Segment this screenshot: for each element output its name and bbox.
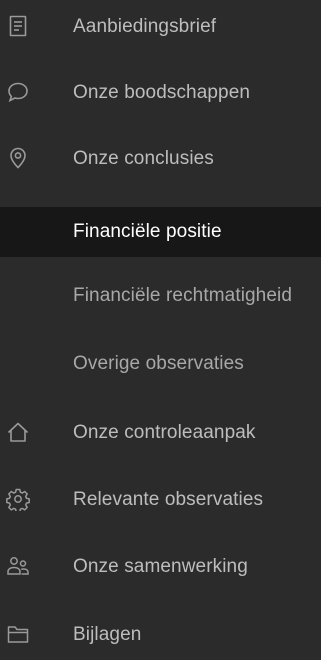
nav-item-onze-samenwerking[interactable]: Onze samenwerking: [0, 542, 321, 592]
nav-item-label: Aanbiedingsbrief: [73, 16, 217, 37]
document-icon: [6, 14, 30, 38]
nav-item-financiele-positie[interactable]: Financiële positie: [0, 207, 321, 257]
nav-item-label: Overige observaties: [73, 353, 244, 374]
nav-item-label: Onze samenwerking: [73, 556, 248, 577]
nav-item-label: Relevante observaties: [73, 489, 264, 510]
people-icon: [6, 554, 30, 578]
nav-item-label: Onze controleaanpak: [73, 422, 256, 443]
nav-item-label: Financiële positie: [73, 221, 222, 242]
location-pin-icon: [6, 146, 30, 170]
sidebar-navigation: Aanbiedingsbrief Onze boodschappen Onze …: [0, 0, 321, 653]
speech-bubble-icon: [6, 80, 30, 104]
nav-item-label: Financiële rechtmatigheid: [73, 285, 293, 306]
nav-item-aanbiedingsbrief[interactable]: Aanbiedingsbrief: [0, 2, 321, 52]
home-icon: [6, 420, 30, 444]
nav-item-onze-boodschappen[interactable]: Onze boodschappen: [0, 68, 321, 118]
nav-item-relevante-observaties[interactable]: Relevante observaties: [0, 475, 321, 525]
nav-item-financiele-rechtmatigheid[interactable]: Financiële rechtmatigheid: [0, 271, 321, 321]
folder-icon: [6, 622, 30, 646]
settings-gear-icon: [6, 487, 30, 511]
nav-item-overige-observaties[interactable]: Overige observaties: [0, 339, 321, 389]
nav-item-onze-controleaanpak[interactable]: Onze controleaanpak: [0, 408, 321, 458]
nav-item-label: Onze boodschappen: [73, 82, 251, 103]
nav-item-label: Onze conclusies: [73, 148, 214, 169]
nav-item-onze-conclusies[interactable]: Onze conclusies: [0, 134, 321, 184]
